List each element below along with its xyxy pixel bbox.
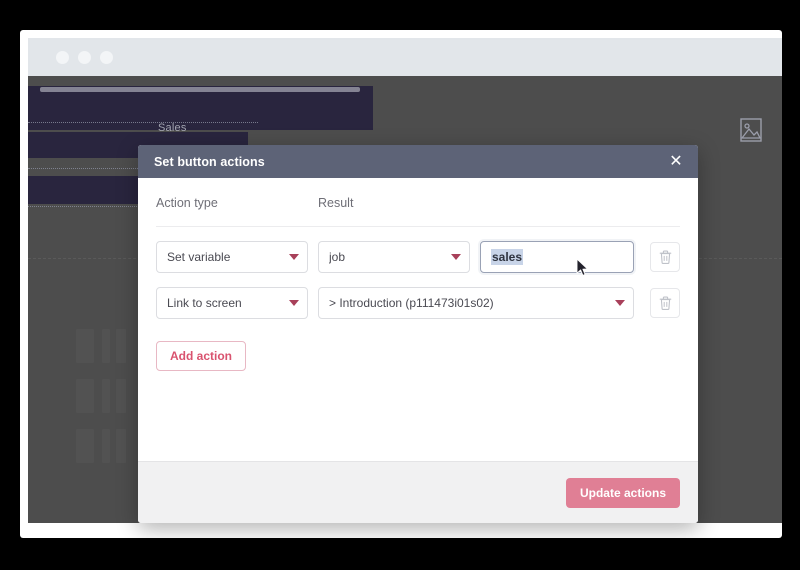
background-ghost-block <box>102 429 110 463</box>
trash-icon <box>658 295 673 311</box>
chevron-down-icon <box>289 300 299 306</box>
column-header-action-type: Action type <box>156 196 218 210</box>
background-divider-1 <box>28 122 258 123</box>
browser-window: Sales Set button actions ✕ Action type R… <box>20 30 782 538</box>
dialog-body: Action type Result Set variable job sale… <box>138 178 698 461</box>
chevron-down-icon <box>451 254 461 260</box>
background-ghost-block <box>76 329 94 363</box>
result-variable-select-1-label: job <box>329 250 346 264</box>
result-screen-select-2-label: > Introduction (p111473i01s02) <box>329 296 494 310</box>
update-actions-button[interactable]: Update actions <box>565 477 680 508</box>
action-type-select-2[interactable]: Link to screen <box>156 287 308 319</box>
background-panel-label: Sales <box>158 122 187 134</box>
action-row: Set variable job sales <box>156 241 680 273</box>
background-ghost-block <box>102 379 110 413</box>
delete-action-button-2[interactable] <box>650 288 680 318</box>
background-panel-main <box>28 86 373 130</box>
chevron-down-icon <box>289 254 299 260</box>
background-ghost-block <box>116 429 126 463</box>
browser-titlebar <box>28 38 782 76</box>
action-type-select-2-label: Link to screen <box>167 296 242 310</box>
background-ghost-block <box>116 379 126 413</box>
result-screen-select-2[interactable]: > Introduction (p111473i01s02) <box>318 287 634 319</box>
dialog-footer: Update actions <box>138 461 698 523</box>
image-placeholder-icon <box>740 118 762 142</box>
background-ghost-block <box>102 329 110 363</box>
background-ghost-block <box>76 429 94 463</box>
window-minimize-dot[interactable] <box>78 51 91 64</box>
set-button-actions-dialog: Set button actions ✕ Action type Result … <box>138 145 698 523</box>
window-maximize-dot[interactable] <box>100 51 113 64</box>
trash-icon <box>658 249 673 265</box>
result-variable-select-1[interactable]: job <box>318 241 470 273</box>
action-type-select-1[interactable]: Set variable <box>156 241 308 273</box>
result-value-input-1-text: sales <box>491 249 524 265</box>
dialog-header: Set button actions ✕ <box>138 145 698 178</box>
action-type-select-1-label: Set variable <box>167 250 231 264</box>
background-toolbar-strip <box>40 87 360 92</box>
window-close-dot[interactable] <box>56 51 69 64</box>
add-action-button[interactable]: Add action <box>156 341 246 371</box>
chevron-down-icon <box>615 300 625 306</box>
result-value-input-1[interactable]: sales <box>480 241 634 273</box>
action-row: Link to screen > Introduction (p111473i0… <box>156 287 680 319</box>
column-headers: Action type Result <box>156 196 680 227</box>
outer-frame: Sales Set button actions ✕ Action type R… <box>0 0 800 570</box>
window-controls <box>56 51 113 64</box>
background-ghost-block <box>76 379 94 413</box>
delete-action-button-1[interactable] <box>650 242 680 272</box>
close-icon[interactable]: ✕ <box>666 152 686 172</box>
dialog-title: Set button actions <box>154 154 265 169</box>
background-ghost-block <box>116 329 126 363</box>
column-header-result: Result <box>318 196 354 210</box>
